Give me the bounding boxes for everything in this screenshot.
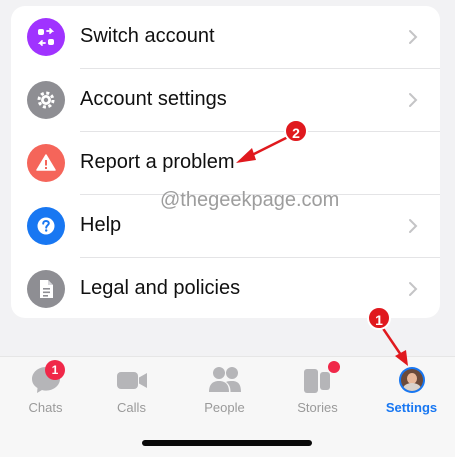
chevron-right-icon <box>409 282 418 296</box>
menu-item-label: Switch account <box>80 25 215 47</box>
video-camera-icon <box>117 372 147 389</box>
home-indicator <box>142 440 312 446</box>
warning-icon <box>27 144 65 182</box>
settings-menu-card: Switch account Account settings Report a… <box>11 6 440 318</box>
document-icon <box>27 270 65 308</box>
tab-label: Settings <box>385 400 438 415</box>
menu-item-label: Account settings <box>80 88 227 110</box>
menu-item-label: Report a problem <box>80 151 235 173</box>
watermark-text: @thegeekpage.com <box>160 189 340 211</box>
chevron-right-icon <box>409 219 418 233</box>
tab-label: People <box>204 400 245 415</box>
tab-label: Chats <box>28 400 63 415</box>
tab-label: Stories <box>297 400 338 415</box>
menu-item-label: Help <box>80 214 122 236</box>
people-icon <box>209 367 241 392</box>
new-story-dot-badge <box>328 361 340 373</box>
tab-label: Calls <box>117 400 146 415</box>
menu-item-account-settings[interactable]: Account settings <box>11 69 440 131</box>
tab-chats[interactable]: 1 Chats <box>0 357 91 427</box>
chevron-right-icon <box>409 30 418 44</box>
annotation-marker-2: 2 <box>284 119 308 143</box>
tab-calls[interactable]: Calls <box>86 357 177 427</box>
menu-item-label: Legal and policies <box>80 277 241 299</box>
tab-stories[interactable]: Stories <box>272 357 363 427</box>
annotation-marker-1: 1 <box>367 306 391 330</box>
chevron-right-icon <box>409 93 418 107</box>
gear-icon <box>27 81 65 119</box>
avatar <box>399 367 425 393</box>
menu-item-switch-account[interactable]: Switch account <box>11 6 440 68</box>
tab-people[interactable]: People <box>179 357 270 427</box>
tab-settings[interactable]: Settings <box>366 357 455 427</box>
switch-account-icon <box>27 18 65 56</box>
help-icon <box>27 207 65 245</box>
menu-item-report-problem[interactable]: Report a problem <box>11 132 440 194</box>
unread-badge: 1 <box>45 360 65 380</box>
